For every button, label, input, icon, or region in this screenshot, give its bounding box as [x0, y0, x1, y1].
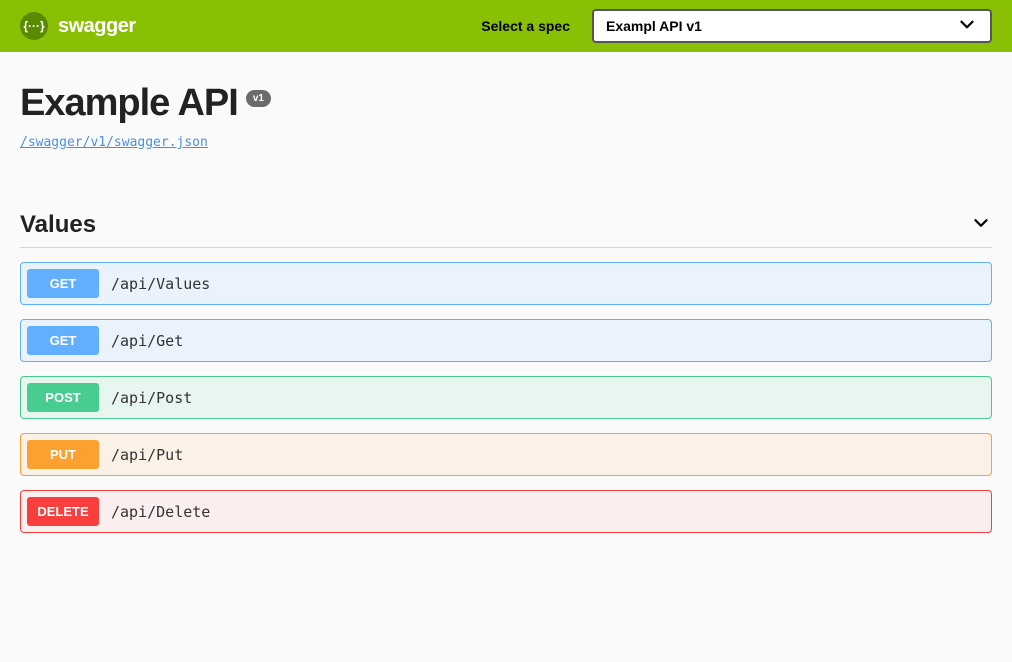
swagger-logo-icon: {···}: [20, 12, 48, 40]
operation-path: /api/Get: [111, 332, 183, 350]
method-badge: GET: [27, 326, 99, 355]
operation-row[interactable]: GET/api/Get: [20, 319, 992, 362]
operation-row[interactable]: POST/api/Post: [20, 376, 992, 419]
method-badge: POST: [27, 383, 99, 412]
operation-row[interactable]: GET/api/Values: [20, 262, 992, 305]
brand-text: swagger: [58, 15, 136, 38]
spec-select-label: Select a spec: [481, 18, 570, 34]
section-title: Values: [20, 211, 96, 239]
version-badge: v1: [246, 90, 271, 107]
operation-path: /api/Post: [111, 389, 192, 407]
method-badge: PUT: [27, 440, 99, 469]
operation-path: /api/Delete: [111, 503, 210, 521]
topbar: {···} swagger Select a spec Exampl API v…: [0, 0, 1012, 52]
section-values: Values GET/api/ValuesGET/api/GetPOST/api…: [20, 211, 992, 533]
main-container: Example API v1 /swagger/v1/swagger.json …: [0, 52, 1012, 567]
operation-row[interactable]: DELETE/api/Delete: [20, 490, 992, 533]
spec-url-link[interactable]: /swagger/v1/swagger.json: [20, 135, 208, 150]
method-badge: DELETE: [27, 497, 99, 526]
chevron-down-icon: [970, 212, 992, 239]
operation-row[interactable]: PUT/api/Put: [20, 433, 992, 476]
api-title-row: Example API v1: [20, 82, 992, 125]
spec-select-value: Exampl API v1: [606, 18, 702, 34]
method-badge: GET: [27, 269, 99, 298]
operation-path: /api/Values: [111, 275, 210, 293]
operations-list: GET/api/ValuesGET/api/GetPOST/api/PostPU…: [20, 262, 992, 533]
api-title: Example API: [20, 82, 238, 125]
section-header[interactable]: Values: [20, 211, 992, 248]
chevron-down-icon: [956, 14, 978, 39]
logo-wrap: {···} swagger: [20, 12, 469, 40]
operation-path: /api/Put: [111, 446, 183, 464]
spec-select[interactable]: Exampl API v1: [592, 9, 992, 43]
